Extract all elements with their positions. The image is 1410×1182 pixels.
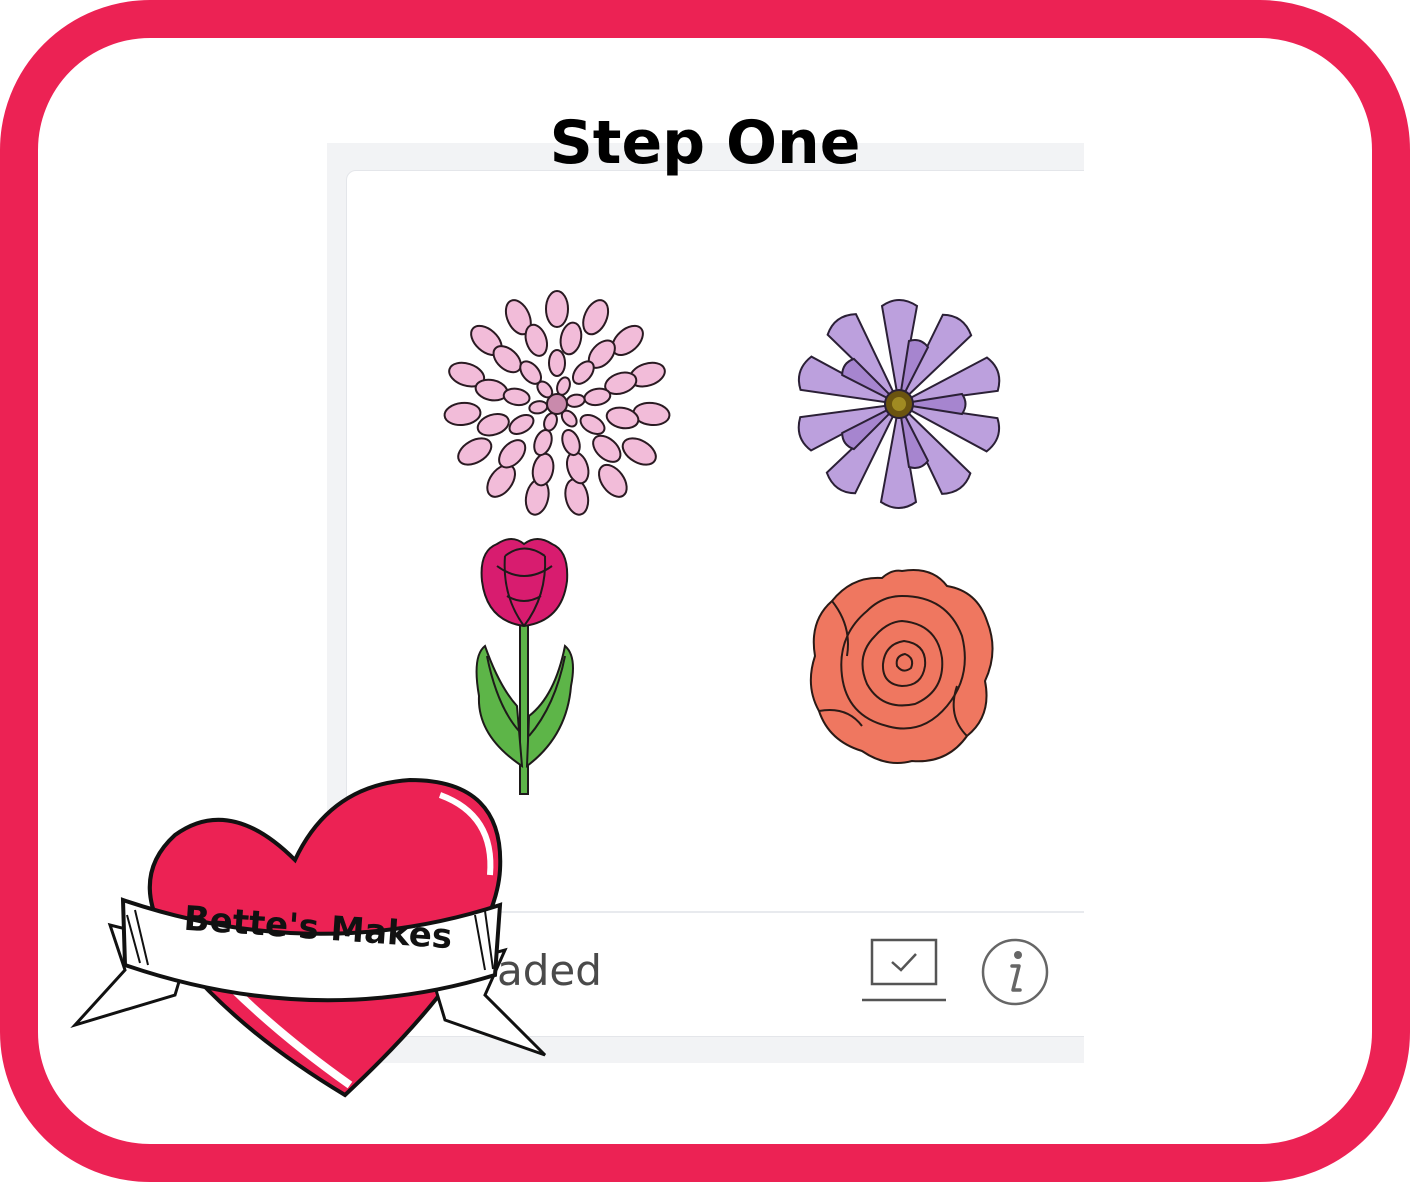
- page-title: Step One: [549, 108, 861, 178]
- purple-daisy-image[interactable]: [797, 296, 1002, 511]
- magenta-tulip-image[interactable]: [467, 536, 582, 796]
- coral-rose-image[interactable]: [807, 566, 997, 766]
- info-icon[interactable]: [979, 936, 1051, 1008]
- pink-dahlia-image[interactable]: [437, 289, 677, 519]
- bettes-makes-logo: Bette's Makes: [65, 765, 555, 1105]
- monitor-check-icon[interactable]: [862, 936, 946, 1006]
